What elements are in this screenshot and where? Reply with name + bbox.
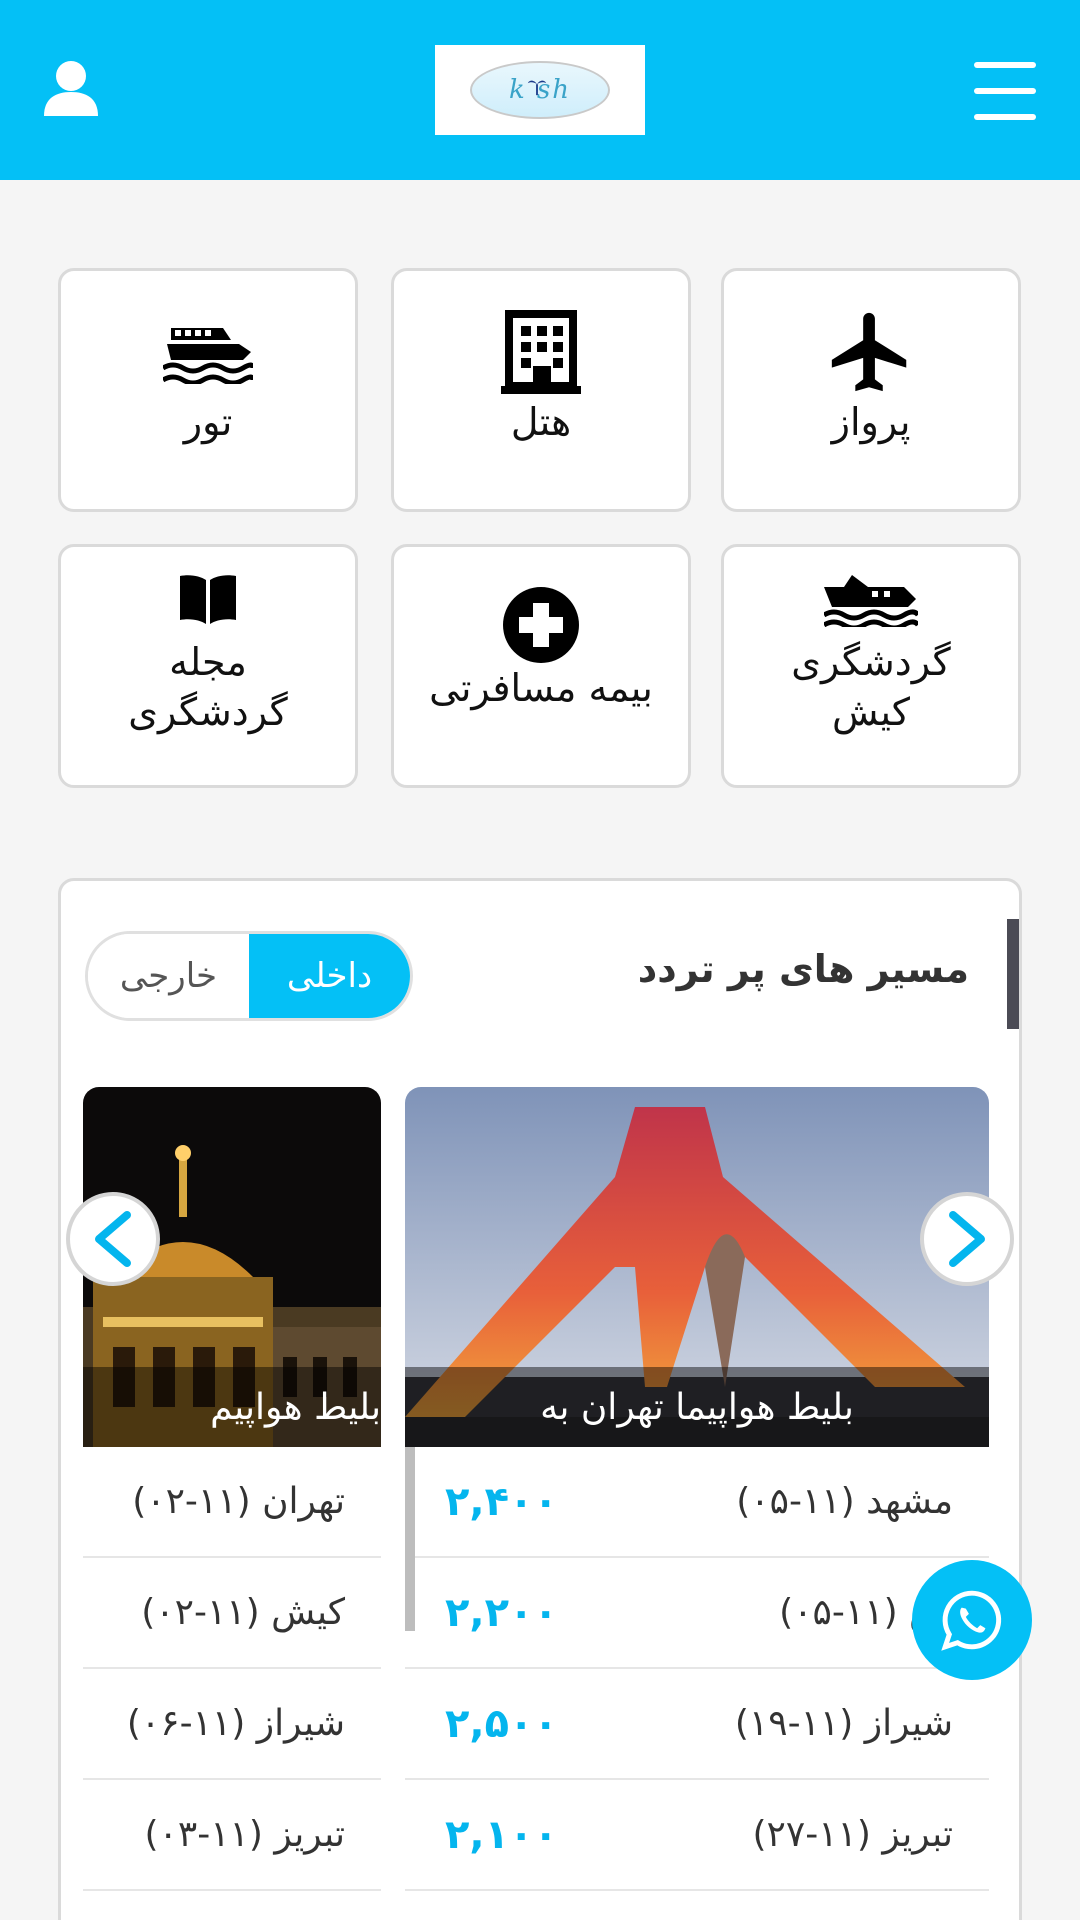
airplane-icon	[824, 307, 918, 397]
service-label: هتل	[510, 400, 572, 444]
route-price: ۲,۴۰۰	[445, 1478, 558, 1525]
service-label: گردشگری کیش	[791, 640, 951, 734]
service-hotel-button[interactable]: هتل	[391, 268, 691, 512]
service-label: تور	[183, 400, 233, 444]
chevron-left-icon	[95, 1211, 131, 1267]
chevron-right-icon	[949, 1211, 985, 1267]
service-travel-insurance-button[interactable]: بیمه مسافرتی	[391, 544, 691, 788]
palm-tree-icon	[527, 80, 547, 96]
service-tour-button[interactable]: تور	[58, 268, 358, 512]
tab-foreign[interactable]: خارجی	[88, 934, 249, 1018]
route-row[interactable]: شیراز (۱۱-۱۹) ۲,۵۰۰	[405, 1669, 989, 1780]
service-label: بیمه مسافرتی	[429, 666, 653, 710]
route-row[interactable]: کیش (۱۱-۰۲)	[83, 1558, 381, 1669]
route-name: شیراز (۱۱-۱۹)	[734, 1703, 953, 1744]
app-header: k sh	[0, 0, 1080, 180]
tab-domestic[interactable]: داخلی	[249, 934, 410, 1018]
route-row[interactable]: تبریز (۱۱-۰۳)	[83, 1780, 381, 1891]
service-travel-magazine-button[interactable]: مجله گردشگری	[58, 544, 358, 788]
menu-icon[interactable]	[974, 62, 1036, 120]
route-row[interactable]: تهران (۱۱-۰۲)	[83, 1447, 381, 1558]
route-price: ۲,۲۰۰	[445, 1589, 558, 1636]
route-row[interactable]: ش (۱۱-۰۵) ۲,۲۰۰	[405, 1558, 989, 1669]
scroll-indicator[interactable]	[405, 1447, 415, 1631]
carousel-next-button[interactable]	[920, 1192, 1014, 1286]
route-card-caption: بلیط هواپیم	[83, 1367, 381, 1447]
route-price: ۲,۵۰۰	[445, 1700, 558, 1747]
service-kish-tourism-button[interactable]: گردشگری کیش	[721, 544, 1021, 788]
user-account-icon[interactable]	[40, 58, 102, 120]
hotel-building-icon	[501, 307, 581, 397]
site-logo[interactable]: k sh	[435, 45, 645, 135]
route-name: تبریز (۱۱-۰۳)	[144, 1814, 345, 1855]
service-label: پرواز	[831, 400, 911, 444]
route-name: تبریز (۱۱-۲۷)	[752, 1814, 953, 1855]
domestic-foreign-toggle[interactable]: خارجی داخلی	[85, 931, 413, 1021]
azadi-tower-photo: بلیط هواپیما تهران به	[405, 1087, 989, 1447]
logo-emblem: k sh	[470, 61, 610, 119]
popular-routes-card: مسیر های پر تردد خارجی داخلی بلیط هواپیم…	[58, 878, 1022, 1920]
service-flight-button[interactable]: پرواز	[721, 268, 1021, 512]
route-row[interactable]: تبریز (۱۱-۲۷) ۲,۱۰۰	[405, 1780, 989, 1891]
route-name: مشهد (۱۱-۰۵)	[736, 1481, 953, 1522]
route-price: ۲,۱۰۰	[445, 1811, 558, 1858]
route-card-caption: بلیط هواپیما تهران به	[405, 1367, 989, 1447]
plus-circle-icon	[503, 587, 579, 663]
ship-icon	[163, 307, 253, 397]
route-row[interactable]: شیراز (۱۱-۰۶)	[83, 1669, 381, 1780]
carousel-prev-button[interactable]	[66, 1192, 160, 1286]
whatsapp-chat-button[interactable]	[912, 1560, 1032, 1680]
section-title: مسیر های پر تردد	[637, 947, 969, 991]
whatsapp-icon	[941, 1590, 1002, 1651]
title-accent-bar	[1007, 919, 1019, 1029]
boat-icon	[824, 561, 918, 637]
route-row[interactable]: مشهد (۱۱-۰۵) ۲,۴۰۰	[405, 1447, 989, 1558]
route-name: تهران (۱۱-۰۲)	[132, 1481, 345, 1522]
route-name: شیراز (۱۱-۰۶)	[126, 1703, 345, 1744]
service-label: مجله گردشگری	[128, 640, 288, 734]
route-name: کیش (۱۱-۰۲)	[141, 1592, 345, 1633]
book-icon	[176, 561, 240, 637]
route-card-tehran[interactable]: بلیط هواپیما تهران به مشهد (۱۱-۰۵) ۲,۴۰۰…	[405, 1087, 989, 1920]
